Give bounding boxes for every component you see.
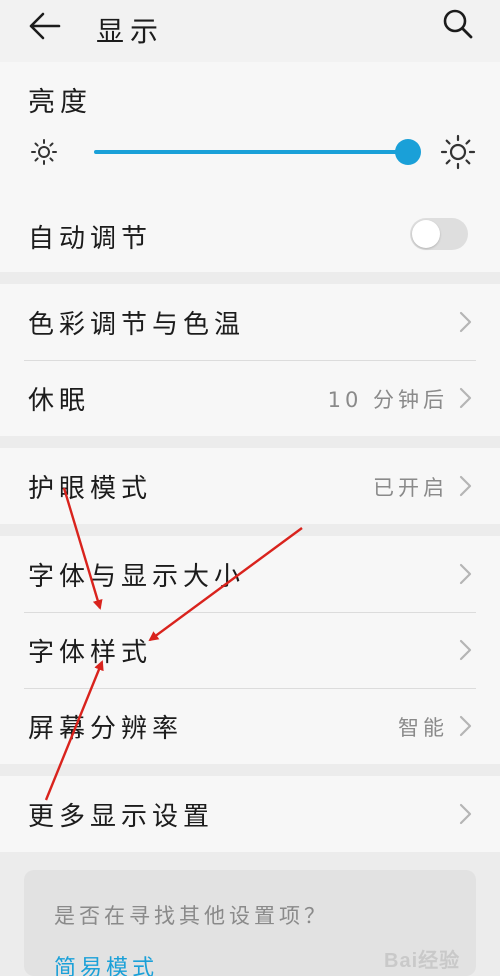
row-label: 更多显示设置 xyxy=(28,802,215,832)
page-title: 显示 xyxy=(96,15,165,48)
chevron-right-icon xyxy=(458,386,474,410)
auto-adjust-label: 自动调节 xyxy=(28,224,153,254)
row-font-style[interactable]: 字体样式 xyxy=(0,612,500,688)
brightness-card: 亮度 自动调节 xyxy=(0,62,500,272)
brightness-slider-thumb[interactable] xyxy=(395,139,421,165)
low-brightness-icon xyxy=(30,138,58,166)
toggle-knob xyxy=(412,220,440,248)
settings-group-eye-comfort: 护眼模式 已开启 xyxy=(0,448,500,524)
chevron-right-icon xyxy=(458,802,474,826)
row-label: 色彩调节与色温 xyxy=(28,310,246,340)
baidu-jingyan-watermark: Bai经验 xyxy=(384,950,461,972)
settings-group-font-display: 字体与显示大小 字体样式 屏幕分辨率 智能 xyxy=(0,536,500,764)
row-label: 护眼模式 xyxy=(28,474,153,504)
row-label: 字体样式 xyxy=(28,638,153,668)
high-brightness-icon xyxy=(440,134,476,170)
row-value: 智能 xyxy=(398,716,448,740)
settings-group-more: 更多显示设置 xyxy=(0,776,500,852)
row-font-display-size[interactable]: 字体与显示大小 xyxy=(0,536,500,612)
row-color-temperature[interactable]: 色彩调节与色温 xyxy=(0,284,500,360)
brightness-slider-track[interactable] xyxy=(94,150,408,154)
chevron-right-icon xyxy=(458,562,474,586)
chevron-right-icon xyxy=(458,474,474,498)
row-screen-resolution[interactable]: 屏幕分辨率 智能 xyxy=(0,688,500,764)
top-bar: 显示 xyxy=(0,0,500,62)
chevron-right-icon xyxy=(458,310,474,334)
row-label: 屏幕分辨率 xyxy=(28,714,184,744)
auto-adjust-toggle[interactable] xyxy=(410,218,468,250)
row-sleep[interactable]: 休眠 10 分钟后 xyxy=(0,360,500,436)
row-value: 已开启 xyxy=(373,476,448,500)
row-label: 休眠 xyxy=(28,386,91,416)
brightness-label: 亮度 xyxy=(28,87,92,118)
row-eye-comfort[interactable]: 护眼模式 已开启 xyxy=(0,448,500,524)
row-more-display-settings[interactable]: 更多显示设置 xyxy=(0,776,500,852)
chevron-right-icon xyxy=(458,714,474,738)
simple-mode-link[interactable]: 简易模式 xyxy=(54,950,158,976)
row-label: 字体与显示大小 xyxy=(28,562,246,592)
settings-group-color-sleep: 色彩调节与色温 休眠 10 分钟后 xyxy=(0,284,500,436)
search-icon[interactable] xyxy=(438,4,478,44)
suggestion-question: 是否在寻找其他设置项？ xyxy=(54,904,329,928)
chevron-right-icon xyxy=(458,638,474,662)
back-arrow-icon[interactable] xyxy=(24,6,64,46)
row-value: 10 分钟后 xyxy=(327,388,448,412)
